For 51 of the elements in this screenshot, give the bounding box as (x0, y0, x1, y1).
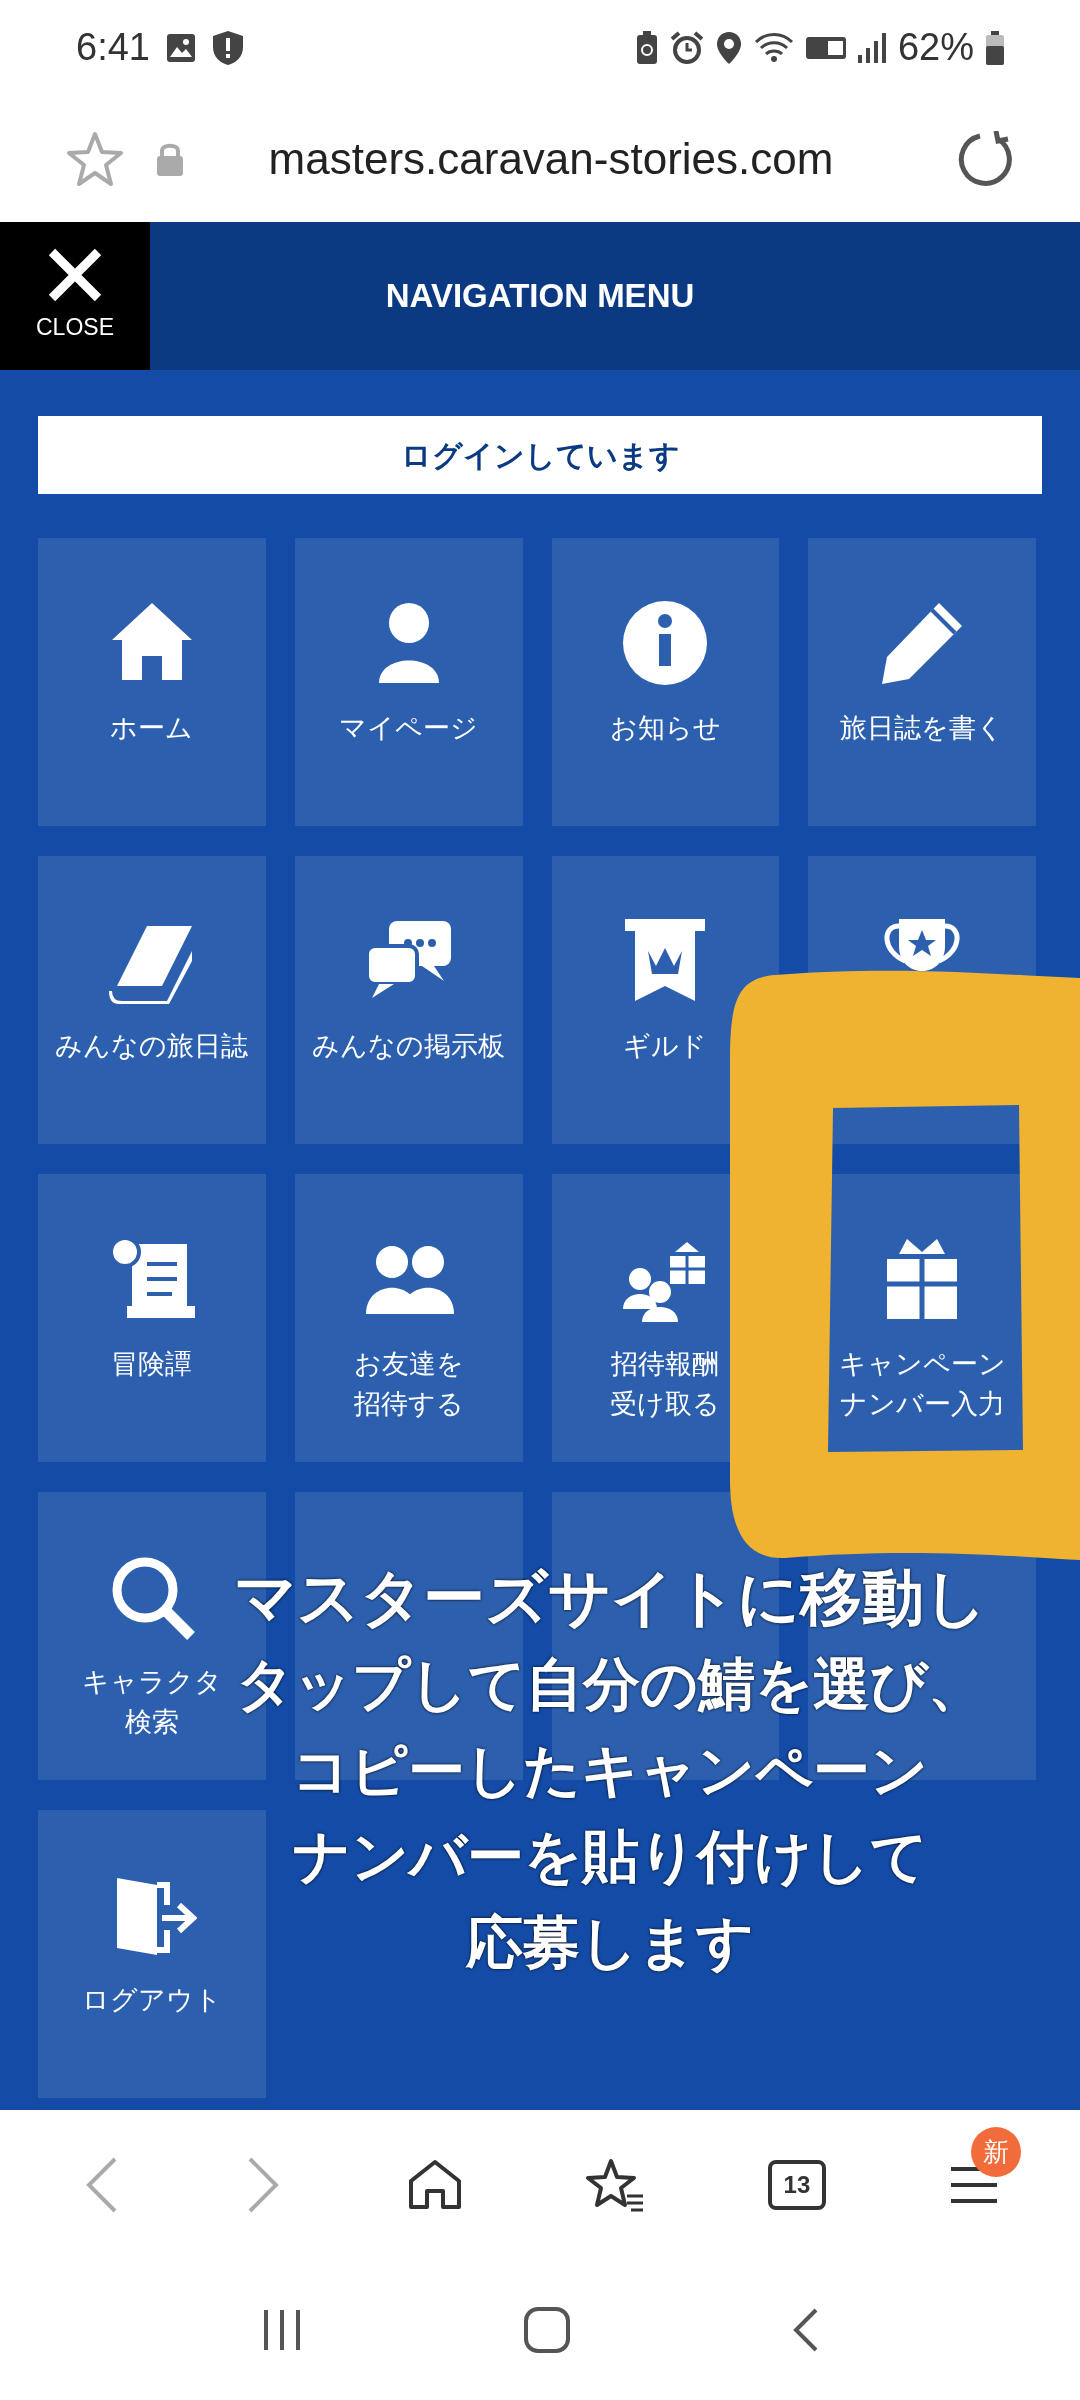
home-button-icon[interactable] (523, 2306, 571, 2354)
menu-tile[interactable]: マイページ (294, 538, 523, 826)
reload-icon[interactable] (958, 130, 1014, 187)
tile-label: 受け取る (610, 1388, 721, 1421)
tile-label: キャラクタ (81, 1666, 222, 1699)
battery-percent: 62% (897, 25, 974, 70)
signal-icon (857, 32, 886, 63)
close-button[interactable]: CLOSE (0, 222, 150, 370)
alarm-icon (669, 30, 704, 65)
wifi-icon (753, 31, 794, 64)
tile-label: 検索 (124, 1706, 179, 1739)
tile-label: 招待報酬 (611, 1348, 720, 1381)
tile-label: みんなの掲示板 (312, 1030, 506, 1063)
home-icon[interactable] (406, 2159, 463, 2211)
location-icon (715, 30, 742, 65)
instruction-overlay: 応募します (466, 1909, 754, 1976)
login-status-banner: ログインしています (38, 416, 1042, 494)
tile-label: キャンペーン (838, 1348, 1006, 1381)
tile-label: ログアウト (81, 1984, 222, 2017)
menu-tile[interactable]: みんなの掲示板 (294, 856, 523, 1144)
menu-tile[interactable]: みんなの旅日誌 (38, 856, 266, 1144)
tile-label: ナンバー入力 (839, 1388, 1005, 1421)
tile-label: お知らせ (609, 712, 721, 745)
close-icon (48, 247, 102, 302)
menu-tile[interactable]: 冒険譚 (38, 1174, 266, 1462)
tabs-button[interactable]: 13 (767, 2160, 826, 2210)
url-field[interactable]: masters.caravan-stories.com (216, 125, 926, 192)
star-icon[interactable] (66, 130, 124, 187)
clock-time: 6:41 (76, 25, 150, 70)
bookmarks-icon[interactable] (585, 2158, 646, 2212)
tile-label: 旅日誌を書く (840, 712, 1005, 745)
battery-saver-icon (635, 30, 658, 65)
new-badge: 新 (970, 2127, 1021, 2177)
menu-tile[interactable]: お友達を 招待する (294, 1174, 523, 1462)
battery-icon (986, 30, 1004, 65)
menu-tile[interactable]: ログアウト (38, 1810, 266, 2098)
tile-label: お友達を (353, 1348, 464, 1381)
menu-title: NAVIGATION MENU (385, 276, 695, 317)
tile-label: みんなの旅日誌 (55, 1030, 249, 1063)
menu-tile[interactable]: ホーム (38, 538, 266, 826)
tile-label: ホーム (110, 712, 194, 745)
tile-label: 招待する (353, 1388, 464, 1421)
menu-tile[interactable]: お知らせ (551, 538, 780, 826)
instruction-overlay: コピーしたキャンペーン (292, 1737, 928, 1804)
tile-label: マイページ (339, 712, 479, 745)
tile-label: 冒険譚 (111, 1348, 193, 1381)
tile-label: ギルド (623, 1030, 708, 1063)
image-icon (165, 32, 196, 63)
shield-icon (211, 29, 244, 66)
menu-tile[interactable]: 旅日誌を書く (808, 538, 1036, 826)
instruction-overlay: ナンバーを貼り付けして (292, 1823, 928, 1890)
